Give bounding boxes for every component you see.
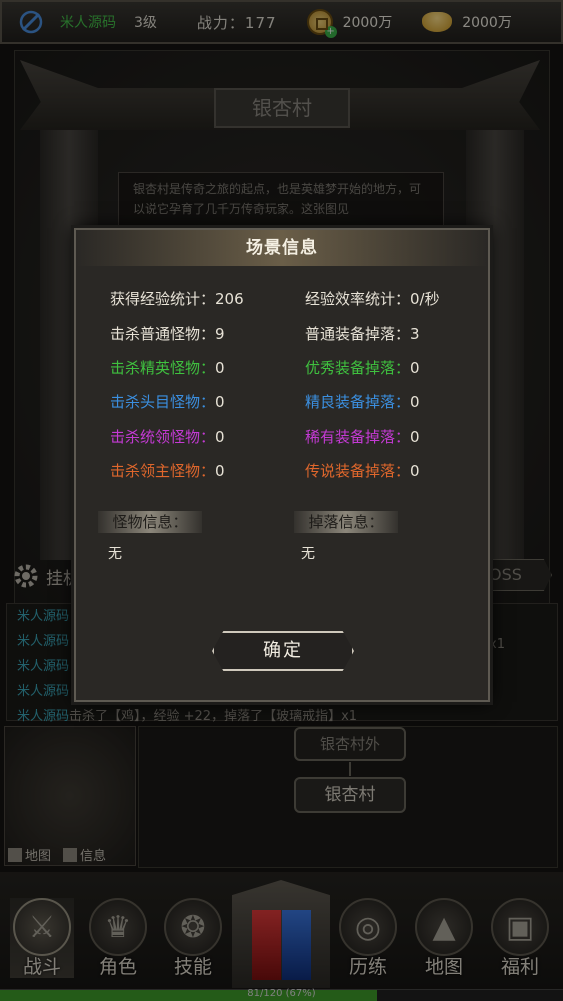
stat-kill-lord: 击杀领主怪物：0 xyxy=(110,462,225,480)
stat-kill-boss: 击杀头目怪物：0 xyxy=(110,393,225,411)
drop-info-value: 无 xyxy=(301,546,315,562)
stat-kill-elite: 击杀精英怪物：0 xyxy=(110,359,225,377)
scene-info-dialog: 场景信息 获得经验统计：206 击杀普通怪物：9 击杀精英怪物：0 击杀头目怪物… xyxy=(74,228,490,702)
stat-kill-commander: 击杀统领怪物：0 xyxy=(110,428,225,446)
stat-drop-rare: 稀有装备掉落：0 xyxy=(305,428,420,446)
stat-exp-total: 获得经验统计：206 xyxy=(110,290,244,308)
stat-drop-excellent: 优秀装备掉落：0 xyxy=(305,359,420,377)
monster-info-label: 怪物信息： xyxy=(98,511,202,533)
stat-exp-rate: 经验效率统计：0/秒 xyxy=(305,290,440,308)
stat-kill-normal: 击杀普通怪物：9 xyxy=(110,325,225,343)
drop-info-label: 掉落信息： xyxy=(294,511,398,533)
stat-drop-fine: 精良装备掉落：0 xyxy=(305,393,420,411)
confirm-button[interactable]: 确定 xyxy=(212,631,354,671)
dialog-title: 场景信息 xyxy=(76,230,488,266)
monster-info-value: 无 xyxy=(108,546,122,562)
stat-drop-normal: 普通装备掉落：3 xyxy=(305,325,420,343)
stat-drop-legend: 传说装备掉落：0 xyxy=(305,462,420,480)
